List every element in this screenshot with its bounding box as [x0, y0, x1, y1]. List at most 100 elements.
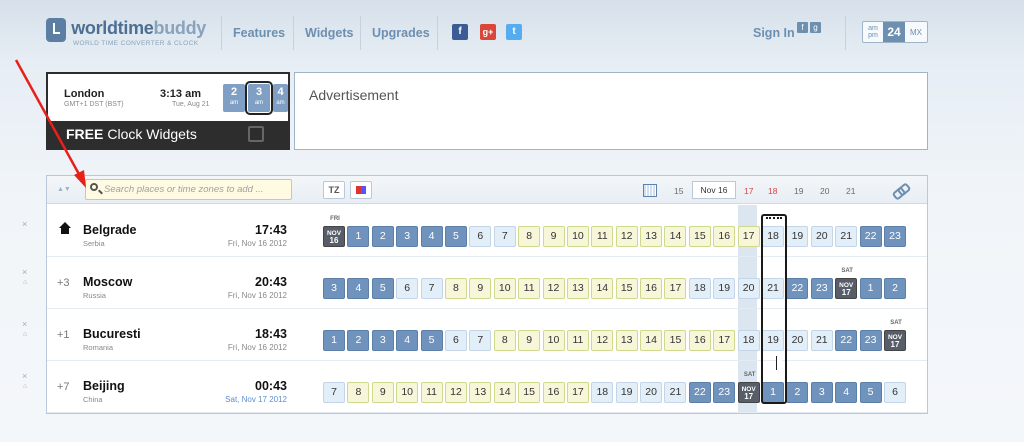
nav-features-link[interactable]: Features: [233, 26, 285, 40]
hour-cell[interactable]: 10: [542, 330, 565, 351]
hour-cell[interactable]: 11: [591, 226, 614, 247]
twitter-icon[interactable]: t: [506, 24, 522, 40]
flag-toggle-button[interactable]: [350, 181, 372, 199]
hour-cell[interactable]: 21: [810, 330, 833, 351]
hour-cell[interactable]: 22: [835, 330, 858, 351]
hour-cell[interactable]: 15: [688, 226, 711, 247]
hour-cell[interactable]: 1: [347, 226, 370, 247]
hour-cell[interactable]: 13: [469, 382, 492, 403]
set-home-icon[interactable]: ⌂: [23, 383, 27, 390]
date-cell[interactable]: NOV 17 SAT: [737, 372, 760, 403]
hour-cell[interactable]: 16: [640, 278, 663, 299]
row-city[interactable]: Bucuresti: [83, 327, 141, 341]
hour-cell[interactable]: 4: [420, 226, 443, 247]
hour-cell[interactable]: 7: [493, 226, 516, 247]
hour-cell[interactable]: 9: [469, 278, 492, 299]
24h-format-button[interactable]: 24: [883, 22, 905, 42]
google-signin-icon[interactable]: g: [810, 22, 821, 33]
remove-row-icon[interactable]: ×: [22, 219, 27, 229]
hour-cell[interactable]: 5: [859, 382, 882, 403]
hour-cell[interactable]: 11: [518, 278, 541, 299]
selected-hour-column[interactable]: [761, 214, 787, 404]
hour-cell[interactable]: 13: [566, 278, 589, 299]
hour-cell[interactable]: 3: [323, 278, 345, 299]
google-plus-icon[interactable]: g+: [480, 24, 496, 40]
date-nav-item[interactable]: 19: [794, 186, 803, 196]
hour-cell[interactable]: 17: [664, 278, 687, 299]
hour-cell[interactable]: 14: [640, 330, 663, 351]
date-nav-item-weekend[interactable]: 18: [768, 186, 777, 196]
set-home-icon[interactable]: ⌂: [23, 331, 27, 338]
hour-cell[interactable]: 13: [640, 226, 663, 247]
hour-cell[interactable]: 14: [664, 226, 687, 247]
free-clock-widgets-banner[interactable]: FREE Clock Widgets: [48, 121, 288, 148]
hour-cell[interactable]: 16: [688, 330, 711, 351]
ampm-format-button[interactable]: am pm: [863, 22, 883, 42]
hour-cell[interactable]: 14: [493, 382, 516, 403]
remove-row-icon[interactable]: ×: [22, 267, 27, 277]
hour-cell[interactable]: 5: [371, 278, 394, 299]
clock-widget-promo[interactable]: London GMT+1 DST (BST) 3:13 am Tue, Aug …: [46, 72, 290, 150]
hour-cell[interactable]: 14: [591, 278, 614, 299]
hour-cell[interactable]: 23: [810, 278, 833, 299]
hour-cell[interactable]: 8: [444, 278, 467, 299]
hour-cell[interactable]: 4: [396, 330, 419, 351]
hour-cell[interactable]: 1: [323, 330, 345, 351]
hour-cell[interactable]: 11: [420, 382, 443, 403]
hour-cell[interactable]: 15: [615, 278, 638, 299]
hour-cell[interactable]: 12: [591, 330, 614, 351]
date-nav-current[interactable]: Nov 16: [692, 181, 736, 199]
hour-cell[interactable]: 11: [566, 330, 589, 351]
hour-cell[interactable]: 9: [518, 330, 541, 351]
calendar-icon[interactable]: [643, 184, 657, 197]
hour-cell[interactable]: 1: [859, 278, 882, 299]
hour-cell[interactable]: 23: [713, 382, 736, 403]
hour-cell[interactable]: 5: [444, 226, 467, 247]
date-cell[interactable]: NOV 17 SAT: [883, 320, 906, 351]
remove-row-icon[interactable]: ×: [22, 371, 27, 381]
date-nav-item[interactable]: 15: [674, 186, 683, 196]
date-nav-item[interactable]: 21: [846, 186, 855, 196]
hour-cell[interactable]: 15: [518, 382, 541, 403]
hour-cell[interactable]: 9: [542, 226, 565, 247]
hour-cell[interactable]: 5: [420, 330, 443, 351]
hour-cell[interactable]: 13: [615, 330, 638, 351]
permalink-icon[interactable]: [893, 184, 907, 196]
date-cell[interactable]: NOV 16 FRI: [323, 216, 345, 247]
hour-cell[interactable]: 21: [664, 382, 687, 403]
timezone-toggle-button[interactable]: TZ: [323, 181, 345, 199]
hour-cell[interactable]: 23: [859, 330, 882, 351]
date-nav-item[interactable]: 20: [820, 186, 829, 196]
hour-cell[interactable]: 16: [542, 382, 565, 403]
search-box[interactable]: [85, 179, 292, 200]
hour-cell[interactable]: 21: [835, 226, 858, 247]
date-cell[interactable]: NOV 17 SAT: [835, 268, 858, 299]
hour-cell[interactable]: 4: [347, 278, 370, 299]
hour-cell[interactable]: 19: [713, 278, 736, 299]
hour-cell[interactable]: 7: [323, 382, 345, 403]
hour-cell[interactable]: 8: [493, 330, 516, 351]
hour-cell[interactable]: 19: [615, 382, 638, 403]
hour-cell[interactable]: 7: [420, 278, 443, 299]
hour-cell[interactable]: 23: [883, 226, 906, 247]
hour-cell[interactable]: 15: [664, 330, 687, 351]
hour-cell[interactable]: 8: [347, 382, 370, 403]
set-home-icon[interactable]: ⌂: [23, 279, 27, 286]
nav-widgets-link[interactable]: Widgets: [305, 26, 354, 40]
hour-cell[interactable]: 18: [737, 330, 760, 351]
hour-cell[interactable]: 2: [371, 226, 394, 247]
hour-cell[interactable]: 22: [786, 278, 809, 299]
hour-cell[interactable]: 10: [566, 226, 589, 247]
hour-cell[interactable]: 7: [469, 330, 492, 351]
hour-cell[interactable]: 22: [859, 226, 882, 247]
hour-cell[interactable]: 6: [396, 278, 419, 299]
hour-cell[interactable]: 8: [518, 226, 541, 247]
remove-row-icon[interactable]: ×: [22, 319, 27, 329]
hour-cell[interactable]: 4: [835, 382, 858, 403]
hour-cell[interactable]: 6: [444, 330, 467, 351]
hour-cell[interactable]: 2: [883, 278, 906, 299]
hour-cell[interactable]: 10: [396, 382, 419, 403]
date-nav-item-weekend[interactable]: 17: [744, 186, 753, 196]
facebook-signin-icon[interactable]: f: [797, 22, 808, 33]
row-city[interactable]: Belgrade: [83, 223, 137, 237]
